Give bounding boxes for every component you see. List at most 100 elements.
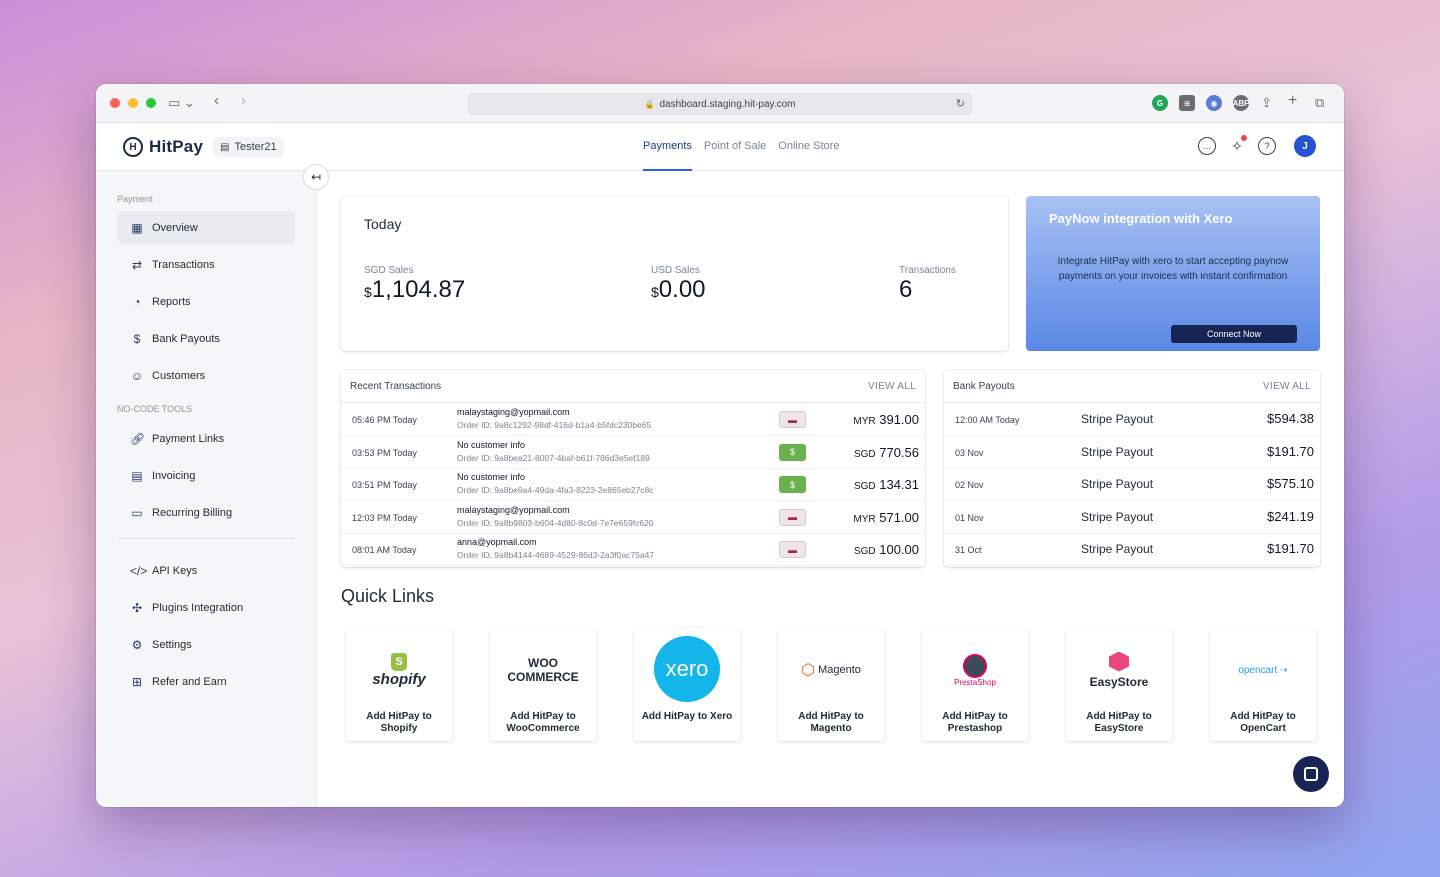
amount: 391.00 xyxy=(879,412,919,427)
sidebar: Payment ▦ Overview ⇄ Transactions ◔ Repo… xyxy=(96,171,317,807)
shopify-logo: S shopify xyxy=(346,638,452,702)
transaction-order-id: Order ID: 9a8b9803-b604-4d80-8c0d-7e7e65… xyxy=(457,517,654,528)
transaction-amount: MYR 391.00 xyxy=(853,412,919,427)
recent-transactions-title: Recent Transactions xyxy=(350,381,442,392)
avatar[interactable]: J xyxy=(1294,135,1316,157)
grammarly-extension-icon[interactable]: G xyxy=(1152,95,1168,111)
payout-type: Stripe Payout xyxy=(1081,509,1154,524)
sidebar-toggle-icon[interactable]: ▭ ⌄ xyxy=(168,95,195,111)
sidebar-item-payment-links[interactable]: 🔗︎ Payment Links xyxy=(117,422,295,455)
table-row[interactable]: 12:00 AM Today Stripe Payout $594.38 xyxy=(944,403,1320,436)
today-card: Today SGD Sales $1,104.87 USD Sales $0.0… xyxy=(341,196,1008,351)
sidebar-item-refer-and-earn[interactable]: ⊞ Refer and Earn xyxy=(117,665,295,698)
hitpay-logo[interactable]: H HitPay xyxy=(123,137,203,157)
sidebar-item-plugins-integration[interactable]: ✣ Plugins Integration xyxy=(117,591,295,624)
table-row[interactable]: 03:51 PM Today No customer info Order ID: … xyxy=(341,468,925,502)
table-row[interactable]: 01 Nov Stripe Payout $241.19 xyxy=(944,501,1320,534)
transaction-customer: malaystaging@yopmail.com xyxy=(457,504,570,515)
transaction-order-id: Order ID: 9a8bea21-8007-4baf-b61f-786d3e… xyxy=(457,452,650,463)
layers-extension-icon[interactable]: ≋ xyxy=(1179,95,1195,111)
quick-link-prestashop[interactable]: PrestaShop Add HitPay to Prestashop xyxy=(922,628,1028,741)
prestashop-logo: PrestaShop xyxy=(922,638,1028,702)
transaction-amount: SGD 134.31 xyxy=(854,477,919,492)
quick-link-easystore[interactable]: EasyStore Add HitPay to EasyStore xyxy=(1066,628,1172,741)
sidebar-item-label: API Keys xyxy=(152,564,198,577)
close-window-button[interactable] xyxy=(110,98,120,108)
transaction-amount: SGD 770.56 xyxy=(854,445,919,460)
transaction-amount: SGD 100.00 xyxy=(854,542,919,557)
back-arrow-icon[interactable]: ‹ xyxy=(214,93,219,109)
sidebar-item-overview[interactable]: ▦ Overview xyxy=(117,211,295,244)
sidebar-item-label: Recurring Billing xyxy=(152,506,233,519)
connect-now-button[interactable]: Connect Now xyxy=(1171,325,1297,343)
abp-extension-icon[interactable]: ABP xyxy=(1233,95,1249,111)
lock-icon: 🔒 xyxy=(644,99,655,109)
sidebar-divider xyxy=(117,538,295,539)
table-row[interactable]: 03 Nov Stripe Payout $191.70 xyxy=(944,436,1320,469)
view-all-transactions-link[interactable]: VIEW ALL xyxy=(868,381,916,392)
sidebar-item-reports[interactable]: ◔ Reports xyxy=(117,285,295,318)
sidebar-item-settings[interactable]: ⚙ Settings xyxy=(117,628,295,661)
tab-online-store[interactable]: Online Store xyxy=(778,123,839,171)
tab-overview-icon[interactable]: ⧉ xyxy=(1315,95,1324,111)
sidebar-item-label: Invoicing xyxy=(152,469,196,482)
quick-link-woocommerce[interactable]: WOO COMMERCE Add HitPay to WooCommerce xyxy=(490,628,596,741)
table-row[interactable]: 02 Nov Stripe Payout $575.10 xyxy=(944,468,1320,502)
help-icon[interactable]: ? xyxy=(1258,137,1276,155)
store-selector[interactable]: ▤ Tester21 xyxy=(213,137,284,157)
promo-title: PayNow integration with Xero xyxy=(1049,211,1233,226)
sidebar-item-label: Refer and Earn xyxy=(152,675,227,688)
sidebar-item-invoicing[interactable]: ▤ Invoicing xyxy=(117,459,295,492)
card-icon: ▬ xyxy=(779,508,806,526)
privacy-extension-icon[interactable]: ◉ xyxy=(1206,95,1222,111)
amount: 1,104.87 xyxy=(371,276,466,303)
transaction-time: 05:46 PM Today xyxy=(352,415,417,425)
sidebar-item-transactions[interactable]: ⇄ Transactions xyxy=(117,248,295,281)
amount: 0.00 xyxy=(658,276,706,303)
address-bar[interactable]: 🔒 dashboard.staging.hit-pay.com ↻ xyxy=(467,93,973,115)
minimize-window-button[interactable] xyxy=(128,98,138,108)
prestashop-mascot-icon xyxy=(963,653,987,678)
sidebar-item-label: Overview xyxy=(152,221,198,234)
forward-arrow-icon[interactable]: › xyxy=(241,93,246,109)
new-tab-icon[interactable]: + xyxy=(1288,93,1297,109)
recurring-icon: ▭ xyxy=(131,505,143,520)
currency-code: SGD xyxy=(853,448,876,460)
sidebar-item-label: Reports xyxy=(152,295,191,308)
table-row[interactable]: 03:53 PM Today No customer info Order ID: … xyxy=(341,436,925,469)
quick-link-label: Add HitPay to Xero xyxy=(641,711,733,722)
transaction-customer: malaystaging@yopmail.com xyxy=(457,407,570,417)
woocommerce-logo: WOO COMMERCE xyxy=(490,638,596,702)
table-row[interactable]: 08:01 AM Today anna@yopmail.com Order ID: … xyxy=(341,533,925,567)
tab-payments[interactable]: Payments xyxy=(643,123,692,171)
xero-wordmark: xero xyxy=(654,636,720,702)
collapse-sidebar-button[interactable]: ↤ xyxy=(303,164,329,190)
easystore-logo: EasyStore xyxy=(1066,638,1172,702)
table-row[interactable]: 05:46 PM Today malaystaging@yopmail.com Or… xyxy=(341,403,925,436)
view-all-payouts-link[interactable]: VIEW ALL xyxy=(1263,381,1311,392)
support-chat-button[interactable] xyxy=(1293,756,1329,792)
table-row[interactable]: 12:03 PM Today malaystaging@yopmail.com Or… xyxy=(341,501,925,534)
share-icon[interactable]: ⇪ xyxy=(1261,95,1272,111)
quick-link-magento[interactable]: ⬡ Magento Add HitPay to Magento xyxy=(778,628,884,741)
sidebar-item-customers[interactable]: ☺ Customers xyxy=(117,359,295,392)
quick-link-shopify[interactable]: S shopify Add HitPay to Shopify xyxy=(346,628,452,741)
sidebar-item-bank-payouts[interactable]: $ Bank Payouts xyxy=(117,322,295,355)
payout-date: 02 Nov xyxy=(955,480,984,491)
reload-icon[interactable]: ↻ xyxy=(956,97,965,110)
zoom-window-button[interactable] xyxy=(146,98,156,108)
sidebar-item-recurring-billing[interactable]: ▭ Recurring Billing xyxy=(117,496,295,529)
tab-point-of-sale[interactable]: Point of Sale xyxy=(704,123,766,171)
quick-link-xero[interactable]: xero Add HitPay to Xero xyxy=(634,628,740,741)
bank-payouts-title: Bank Payouts xyxy=(953,381,1015,392)
gear-icon: ⚙ xyxy=(131,637,143,652)
transaction-customer: No customer info xyxy=(457,439,526,450)
sidebar-item-label: Transactions xyxy=(152,258,215,271)
quick-link-opencart[interactable]: opencart ⇢ Add HitPay to OpenCart xyxy=(1210,628,1316,741)
chat-bubble-icon[interactable]: … xyxy=(1198,137,1216,155)
payout-type: Stripe Payout xyxy=(1081,477,1154,492)
table-row[interactable]: 31 Oct Stripe Payout $191.70 xyxy=(944,533,1320,567)
sgd-sales-label: SGD Sales xyxy=(364,265,414,276)
sidebar-item-api-keys[interactable]: </> API Keys xyxy=(117,554,295,587)
sparkle-icon[interactable]: ✧ xyxy=(1228,135,1247,155)
